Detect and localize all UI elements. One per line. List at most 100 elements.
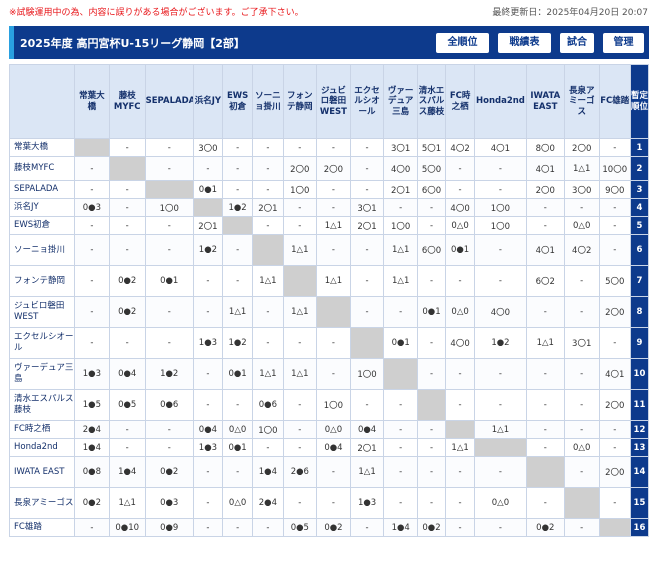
result-cell[interactable]: 1●3	[74, 358, 110, 390]
result-cell[interactable]: -	[282, 138, 318, 157]
row-team-name[interactable]: 常葉大橋	[8, 138, 76, 157]
result-cell[interactable]: 2〇0	[598, 296, 631, 328]
row-team-name[interactable]: SEPALADA	[8, 180, 76, 199]
result-cell[interactable]: -	[416, 198, 447, 217]
result-cell[interactable]: -	[416, 265, 447, 297]
result-cell[interactable]: -	[252, 138, 284, 157]
result-cell[interactable]: 0●2	[316, 518, 351, 537]
result-cell[interactable]: -	[221, 389, 254, 421]
row-team-name[interactable]: 清水エスパルス藤枝	[8, 389, 76, 421]
result-cell[interactable]: 4〇2	[563, 234, 600, 266]
result-cell[interactable]: -	[316, 487, 351, 519]
result-cell[interactable]: -	[598, 216, 631, 235]
result-cell[interactable]: -	[221, 456, 254, 488]
column-header-team[interactable]: FC雄踏	[598, 64, 631, 139]
result-cell[interactable]: -	[192, 518, 223, 537]
column-header-team[interactable]: 清水エスパルス藤枝	[416, 64, 447, 139]
result-cell[interactable]: 0△0	[316, 420, 351, 439]
result-cell[interactable]: -	[383, 389, 418, 421]
result-cell[interactable]: 1●3	[192, 327, 223, 359]
result-cell[interactable]: -	[474, 265, 527, 297]
result-cell[interactable]: 0●2	[416, 518, 447, 537]
result-cell[interactable]: -	[598, 438, 631, 457]
result-cell[interactable]: 0△0	[563, 216, 600, 235]
result-cell[interactable]: 0●6	[252, 389, 284, 421]
result-cell[interactable]: 1△1	[474, 420, 527, 439]
result-cell[interactable]: 6〇2	[525, 265, 565, 297]
column-header-team[interactable]: ヴァーデュア三島	[383, 64, 418, 139]
column-header-team[interactable]: SEPALADA	[144, 64, 194, 139]
result-cell[interactable]: -	[563, 265, 600, 297]
result-cell[interactable]: -	[383, 420, 418, 439]
result-cell[interactable]: -	[252, 438, 284, 457]
result-cell[interactable]: 2〇1	[383, 180, 418, 199]
result-cell[interactable]: 5〇0	[416, 156, 447, 181]
result-cell[interactable]: 1△1	[282, 296, 318, 328]
result-cell[interactable]: 0●4	[108, 358, 146, 390]
result-cell[interactable]: -	[416, 487, 447, 519]
result-cell[interactable]: 2●4	[74, 420, 110, 439]
result-cell[interactable]: 2〇1	[192, 216, 223, 235]
result-cell[interactable]: -	[192, 156, 223, 181]
result-cell[interactable]: 1〇0	[252, 420, 284, 439]
result-cell[interactable]: -	[144, 156, 194, 181]
result-cell[interactable]: 0●1	[192, 180, 223, 199]
result-cell[interactable]: 1△1	[445, 438, 476, 457]
result-cell[interactable]: -	[252, 216, 284, 235]
result-cell[interactable]: 4〇0	[383, 156, 418, 181]
result-cell[interactable]: -	[349, 180, 385, 199]
row-team-name[interactable]: EWS初倉	[8, 216, 76, 235]
result-cell[interactable]: 0●1	[416, 296, 447, 328]
result-cell[interactable]: -	[563, 420, 600, 439]
result-cell[interactable]: 0●2	[74, 487, 110, 519]
result-cell[interactable]: -	[316, 456, 351, 488]
result-cell[interactable]: -	[563, 296, 600, 328]
row-team-name[interactable]: ジュビロ磐田WEST	[8, 296, 76, 328]
result-cell[interactable]: -	[316, 327, 351, 359]
result-cell[interactable]: -	[316, 198, 351, 217]
result-cell[interactable]: 0△0	[474, 487, 527, 519]
result-cell[interactable]: -	[445, 265, 476, 297]
result-cell[interactable]: 1〇0	[383, 216, 418, 235]
result-cell[interactable]: -	[192, 456, 223, 488]
result-cell[interactable]: 1●2	[221, 327, 254, 359]
result-cell[interactable]: -	[349, 389, 385, 421]
result-cell[interactable]: -	[416, 327, 447, 359]
result-cell[interactable]: -	[108, 234, 146, 266]
result-cell[interactable]: -	[192, 265, 223, 297]
result-cell[interactable]: 1△1	[108, 487, 146, 519]
result-cell[interactable]: 2●6	[282, 456, 318, 488]
result-cell[interactable]: -	[445, 389, 476, 421]
result-cell[interactable]: -	[563, 518, 600, 537]
result-cell[interactable]: -	[252, 180, 284, 199]
result-cell[interactable]: -	[74, 234, 110, 266]
result-cell[interactable]: -	[383, 487, 418, 519]
result-cell[interactable]: 1△1	[221, 296, 254, 328]
result-cell[interactable]: 1△1	[282, 358, 318, 390]
result-cell[interactable]: -	[74, 518, 110, 537]
result-cell[interactable]: 1〇0	[474, 198, 527, 217]
result-cell[interactable]: 3〇0	[563, 180, 600, 199]
result-cell[interactable]: 0●4	[192, 420, 223, 439]
result-cell[interactable]: 1△1	[349, 456, 385, 488]
result-cell[interactable]: 2●4	[252, 487, 284, 519]
result-cell[interactable]: -	[221, 156, 254, 181]
result-cell[interactable]: -	[192, 487, 223, 519]
result-cell[interactable]: 1〇0	[144, 198, 194, 217]
result-cell[interactable]: 0●5	[108, 389, 146, 421]
result-cell[interactable]: 1●5	[74, 389, 110, 421]
result-cell[interactable]: 2〇0	[525, 180, 565, 199]
result-cell[interactable]: -	[383, 456, 418, 488]
result-cell[interactable]: 3〇0	[192, 138, 223, 157]
row-team-name[interactable]: ヴァーデュア三島	[8, 358, 76, 390]
result-cell[interactable]: 3〇1	[383, 138, 418, 157]
result-cell[interactable]: -	[282, 216, 318, 235]
result-cell[interactable]: 4〇0	[445, 327, 476, 359]
result-cell[interactable]: 2〇0	[282, 156, 318, 181]
result-cell[interactable]: -	[221, 138, 254, 157]
result-cell[interactable]: -	[445, 358, 476, 390]
result-cell[interactable]: -	[252, 296, 284, 328]
result-cell[interactable]: 0●5	[282, 518, 318, 537]
result-cell[interactable]: -	[74, 327, 110, 359]
result-cell[interactable]: -	[316, 358, 351, 390]
